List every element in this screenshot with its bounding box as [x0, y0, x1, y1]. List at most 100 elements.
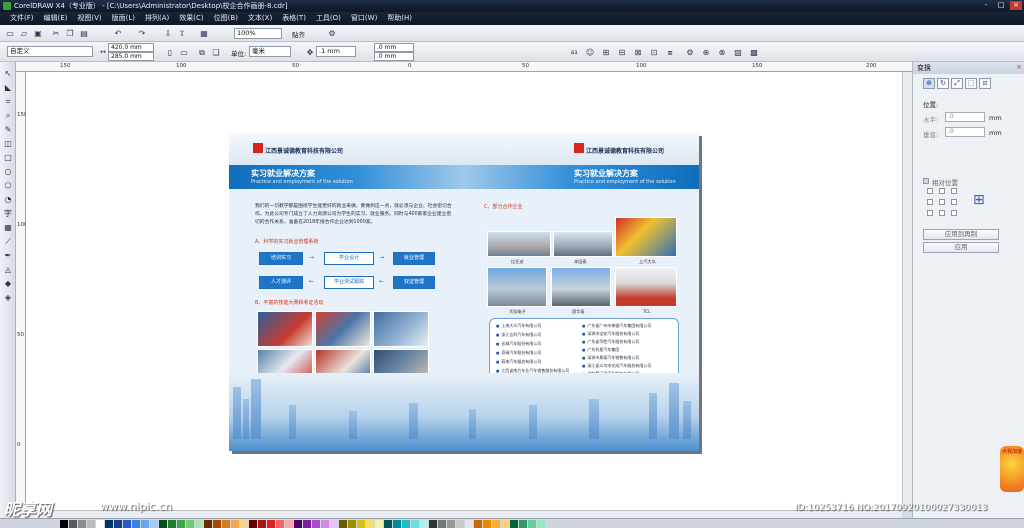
fill-icon[interactable]: ▨	[732, 46, 744, 58]
menu-window[interactable]: 窗口(W)	[351, 12, 377, 25]
palette-swatch[interactable]	[456, 520, 464, 528]
redo-icon[interactable]: ↷	[136, 27, 148, 39]
text-tool-icon[interactable]: 字	[2, 208, 14, 219]
outline-tool-icon[interactable]: ◬	[2, 264, 14, 275]
palette-swatch[interactable]	[78, 520, 86, 528]
palette-swatch[interactable]	[105, 520, 113, 528]
table-tool-icon[interactable]: ▦	[2, 222, 14, 233]
minimize-button[interactable]: -	[980, 1, 992, 10]
maximize-button[interactable]: □	[995, 1, 1007, 10]
palette-swatch[interactable]	[123, 520, 131, 528]
fill-tool-icon[interactable]: ◆	[2, 278, 14, 289]
units-select[interactable]: 毫米	[249, 46, 291, 57]
anchor-checkbox[interactable]	[927, 210, 933, 216]
undo-icon[interactable]: ↶	[112, 27, 124, 39]
palette-swatch[interactable]	[294, 520, 302, 528]
app-launcher-icon[interactable]: ▦	[198, 27, 210, 39]
user-icon[interactable]: ☺	[584, 46, 596, 58]
shape-tool-icon[interactable]: ◣	[2, 82, 14, 93]
palette-swatch[interactable]	[528, 520, 536, 528]
paper-width-input[interactable]: 420.0 mm	[108, 43, 154, 52]
menu-effects[interactable]: 效果(C)	[179, 12, 203, 25]
menu-arrange[interactable]: 排列(A)	[145, 12, 169, 25]
palette-swatch[interactable]	[339, 520, 347, 528]
menu-file[interactable]: 文件(F)	[10, 12, 34, 25]
vertical-scrollbar[interactable]	[902, 72, 912, 510]
anchor-checkbox[interactable]	[951, 210, 957, 216]
palette-swatch[interactable]	[276, 520, 284, 528]
options2-icon[interactable]: ⚙	[684, 46, 696, 58]
palette-swatch[interactable]	[204, 520, 212, 528]
palette-swatch[interactable]	[393, 520, 401, 528]
nudge-input[interactable]: .1 mm	[316, 46, 356, 57]
options-icon[interactable]: ⚙	[326, 27, 338, 39]
brochure-spread[interactable]: 江西景诚德教育科技有限公司 实习就业解决方案 Practice and empl…	[229, 133, 699, 451]
palette-swatch[interactable]	[465, 520, 473, 528]
palette-swatch[interactable]	[447, 520, 455, 528]
palette-swatch[interactable]	[69, 520, 77, 528]
menu-text[interactable]: 文本(X)	[248, 12, 272, 25]
palette-swatch[interactable]	[483, 520, 491, 528]
palette-swatch[interactable]	[87, 520, 95, 528]
dimension-tool-icon[interactable]: ⟋	[2, 236, 14, 247]
palette-swatch[interactable]	[258, 520, 266, 528]
palette-swatch[interactable]	[231, 520, 239, 528]
eyedropper-icon[interactable]: ✒	[2, 250, 14, 261]
anchor-checkbox[interactable]	[939, 210, 945, 216]
smart-fill-icon[interactable]: ◫	[2, 138, 14, 149]
palette-swatch[interactable]	[159, 520, 167, 528]
size-tab-icon[interactable]: ⬚	[965, 78, 977, 89]
snap-grid-icon[interactable]: ⊞	[600, 46, 612, 58]
open-icon[interactable]: ▱	[18, 27, 30, 39]
palette-swatch[interactable]	[267, 520, 275, 528]
snap-guides-icon[interactable]: ⊟	[616, 46, 628, 58]
palette-swatch[interactable]	[285, 520, 293, 528]
freehand-tool-icon[interactable]: ✎	[2, 124, 14, 135]
snap-objects-icon[interactable]: ⊠	[632, 46, 644, 58]
palette-swatch[interactable]	[510, 520, 518, 528]
palette-swatch[interactable]	[195, 520, 203, 528]
palette-swatch[interactable]	[501, 520, 509, 528]
palette-swatch[interactable]	[411, 520, 419, 528]
palette-swatch[interactable]	[366, 520, 374, 528]
palette-swatch[interactable]	[375, 520, 383, 528]
palette-swatch[interactable]	[186, 520, 194, 528]
anchor-checkbox[interactable]	[939, 188, 945, 194]
palette-swatch[interactable]	[357, 520, 365, 528]
cut-icon[interactable]: ✂	[50, 27, 62, 39]
anchor-checkbox[interactable]	[927, 188, 933, 194]
horizontal-ruler[interactable]: 150 100 50 0 50 100 150 200	[16, 62, 912, 72]
landscape-icon[interactable]: ▭	[178, 46, 190, 58]
palette-swatch[interactable]	[240, 520, 248, 528]
basic-shapes-icon[interactable]: ◔	[2, 194, 14, 205]
vertical-ruler[interactable]: 150 100 50 0	[16, 72, 28, 518]
palette-swatch[interactable]	[492, 520, 500, 528]
palette-swatch[interactable]	[141, 520, 149, 528]
all-pages-icon[interactable]: ⧉	[196, 46, 208, 58]
new-icon[interactable]: ▭	[4, 27, 16, 39]
palette-swatch[interactable]	[132, 520, 140, 528]
menu-table[interactable]: 表格(T)	[282, 12, 306, 25]
convert-icon[interactable]: ⊕	[700, 46, 712, 58]
palette-swatch[interactable]	[420, 520, 428, 528]
color-palette[interactable]	[0, 518, 1024, 528]
apply-to-duplicate-button[interactable]: 应用到再制	[923, 229, 999, 240]
ellipse-tool-icon[interactable]: ○	[2, 166, 14, 177]
apply-button[interactable]: 应用	[923, 242, 999, 253]
treat-fill-icon[interactable]: ⧈	[664, 46, 676, 58]
palette-swatch[interactable]	[213, 520, 221, 528]
close-button[interactable]: ×	[1010, 1, 1022, 10]
text-tool-icon[interactable]: аз	[568, 46, 580, 58]
palette-swatch[interactable]	[312, 520, 320, 528]
zoom-select[interactable]: 100%	[234, 28, 282, 39]
duplicate-x-input[interactable]: .0 mm	[374, 43, 414, 52]
anchor-checkbox[interactable]	[951, 188, 957, 194]
menu-edit[interactable]: 编辑(E)	[44, 12, 68, 25]
palette-swatch[interactable]	[384, 520, 392, 528]
rotate-tab-icon[interactable]: ↻	[937, 78, 949, 89]
portrait-icon[interactable]: ▯	[164, 46, 176, 58]
menu-help[interactable]: 帮助(H)	[387, 12, 412, 25]
paper-preset-select[interactable]: 自定义	[7, 46, 93, 57]
snap-label[interactable]: 贴齐	[292, 29, 305, 39]
skew-tab-icon[interactable]: ⧄	[979, 78, 991, 89]
